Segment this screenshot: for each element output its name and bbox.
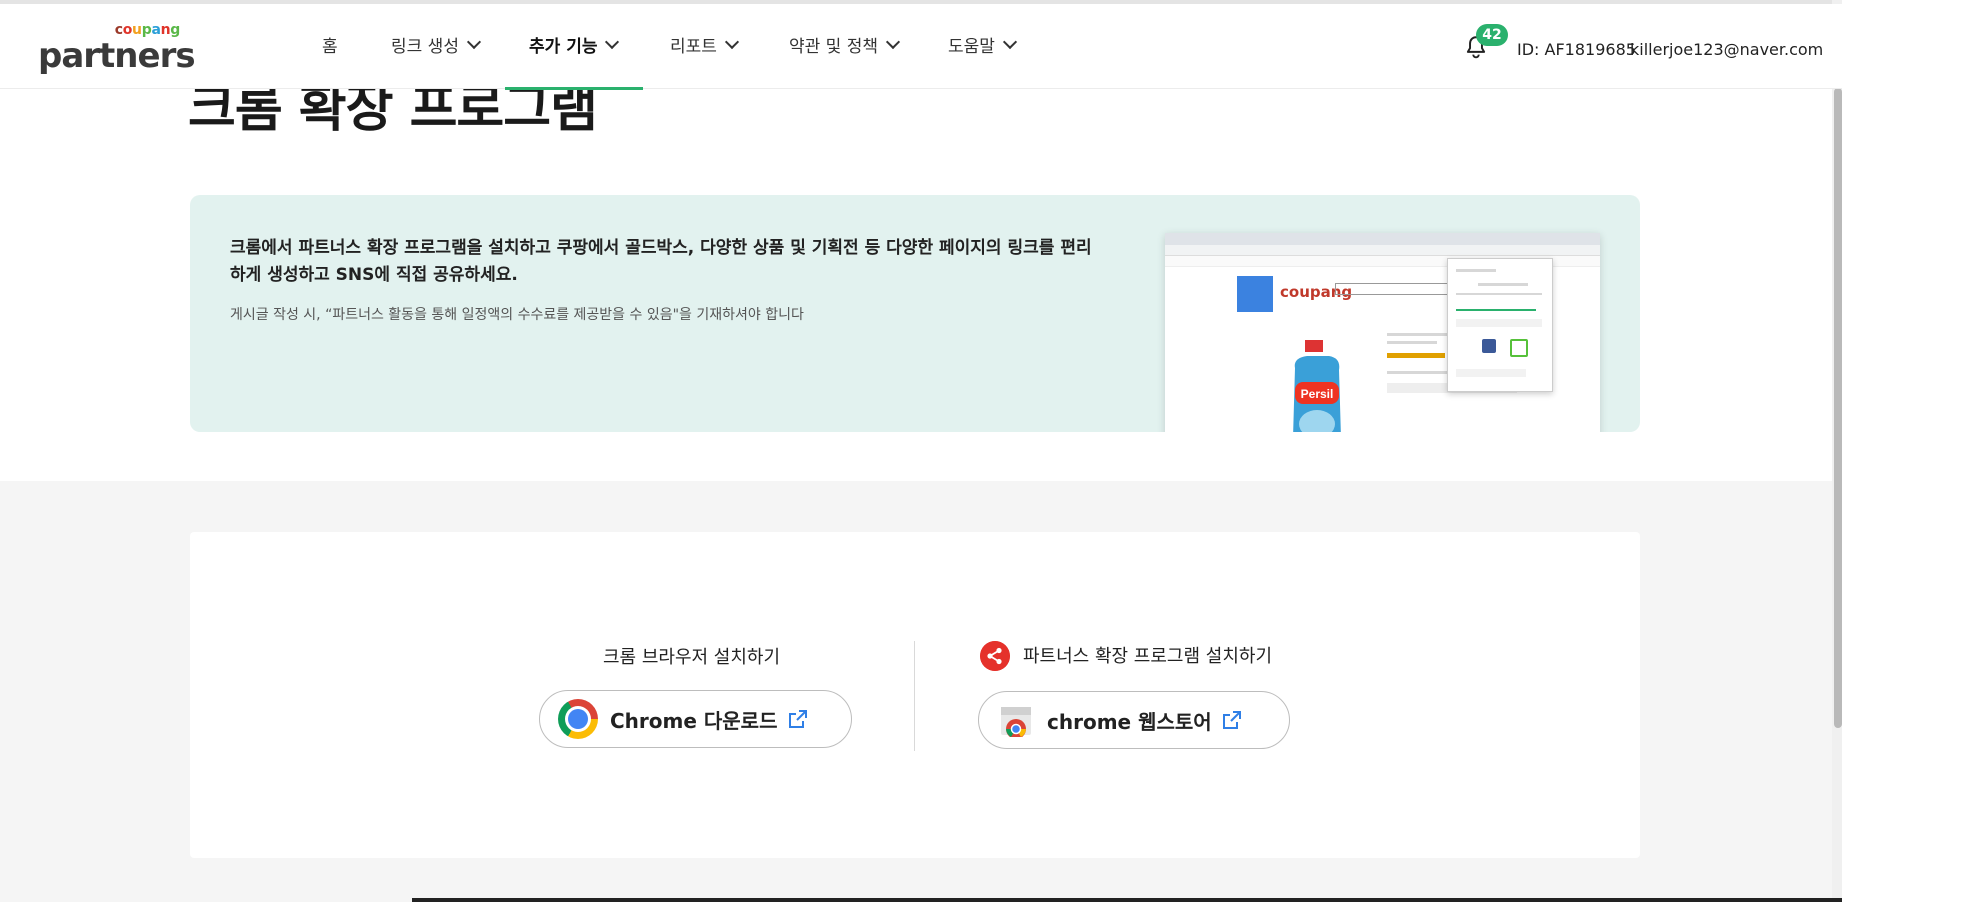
webstore-label: chrome 웹스토어: [1047, 709, 1212, 734]
column-divider: [914, 641, 915, 751]
extension-install-title: 파트너스 확장 프로그램 설치하기: [1023, 646, 1273, 667]
chrome-webstore-icon: [1001, 707, 1031, 737]
hero-note: 게시글 작성 시, “파트너스 활동을 통해 일정액의 수수료를 제공받을 수 …: [230, 307, 804, 323]
chrome-download-button[interactable]: Chrome 다운로드: [539, 690, 852, 748]
external-link-icon: [788, 710, 807, 728]
share-icon: [980, 641, 1010, 671]
hero-banner: 크롬에서 파트너스 확장 프로그램을 설치하고 쿠팡에서 골드박스, 다양한 상…: [190, 195, 1640, 432]
site-header: coupang partners 홈 링크 생성 추가 기능 리포트 약관 및 …: [0, 4, 1842, 90]
account-email[interactable]: killerjoe123@naver.com: [1630, 40, 1823, 59]
active-nav-underline: [505, 87, 643, 90]
nav-label: 홈: [322, 37, 338, 57]
preview-menu-icon: [1237, 276, 1273, 312]
nav-label: 추가 기능: [529, 37, 598, 57]
scrollbar-thumb[interactable]: [1834, 88, 1842, 728]
preview-line: [1456, 369, 1526, 377]
nav-label: 링크 생성: [391, 37, 459, 57]
external-link-icon: [1222, 711, 1241, 729]
nav-item-link-create[interactable]: 링크 생성: [391, 32, 482, 57]
account-id: ID: AF1819685: [1517, 40, 1636, 59]
chevron-down-icon: [885, 34, 901, 50]
hero-headline: 크롬에서 파트너스 확장 프로그램을 설치하고 쿠팡에서 골드박스, 다양한 상…: [230, 238, 1092, 285]
logo-partners-text: partners: [38, 36, 196, 76]
nav-item-home[interactable]: 홈: [322, 32, 338, 57]
bottom-edge: [412, 898, 1842, 902]
preview-line: [1478, 283, 1528, 286]
nav-label: 도움말: [948, 37, 995, 57]
chrome-webstore-button[interactable]: chrome 웹스토어: [978, 691, 1290, 749]
preview-facebook-icon: [1482, 339, 1496, 353]
chrome-download-label: Chrome 다운로드: [610, 708, 778, 733]
nav-label: 리포트: [670, 37, 717, 57]
chevron-down-icon: [1002, 34, 1017, 50]
preview-line: [1387, 341, 1437, 344]
nav-item-extras[interactable]: 추가 기능: [529, 32, 620, 57]
preview-line: [1456, 309, 1536, 311]
nav-item-help[interactable]: 도움말: [948, 32, 1017, 57]
chevron-down-icon: [466, 34, 482, 50]
preview-extension-popup: [1447, 258, 1553, 392]
nav-item-report[interactable]: 리포트: [670, 32, 739, 57]
nav-label: 약관 및 정책: [789, 37, 879, 57]
partners-logo[interactable]: coupang partners: [38, 22, 196, 76]
preview-search-box: [1335, 283, 1457, 295]
preview-line: [1456, 293, 1542, 295]
page: coupang partners 홈 링크 생성 추가 기능 리포트 약관 및 …: [0, 0, 1842, 902]
persil-bottle-image: Persil: [1293, 340, 1341, 432]
preview-price: [1387, 353, 1445, 358]
blank-area: [1842, 0, 1968, 902]
preview-product-label: Persil: [1301, 387, 1334, 401]
preview-line: [1387, 333, 1447, 336]
extension-preview-image: coupang Persil: [1165, 233, 1600, 432]
preview-line: [1456, 269, 1496, 272]
chrome-install-title: 크롬 브라우저 설치하기: [603, 647, 781, 668]
preview-urlbar: [1165, 245, 1600, 256]
install-card: [190, 532, 1640, 858]
nav-item-terms[interactable]: 약관 및 정책: [789, 32, 901, 57]
chevron-down-icon: [605, 34, 620, 50]
preview-band-icon: [1510, 339, 1528, 357]
chrome-logo-icon: [558, 699, 598, 739]
notification-badge: 42: [1476, 24, 1508, 46]
preview-tabs: [1165, 233, 1600, 245]
chevron-down-icon: [724, 34, 739, 50]
preview-line: [1456, 319, 1542, 327]
